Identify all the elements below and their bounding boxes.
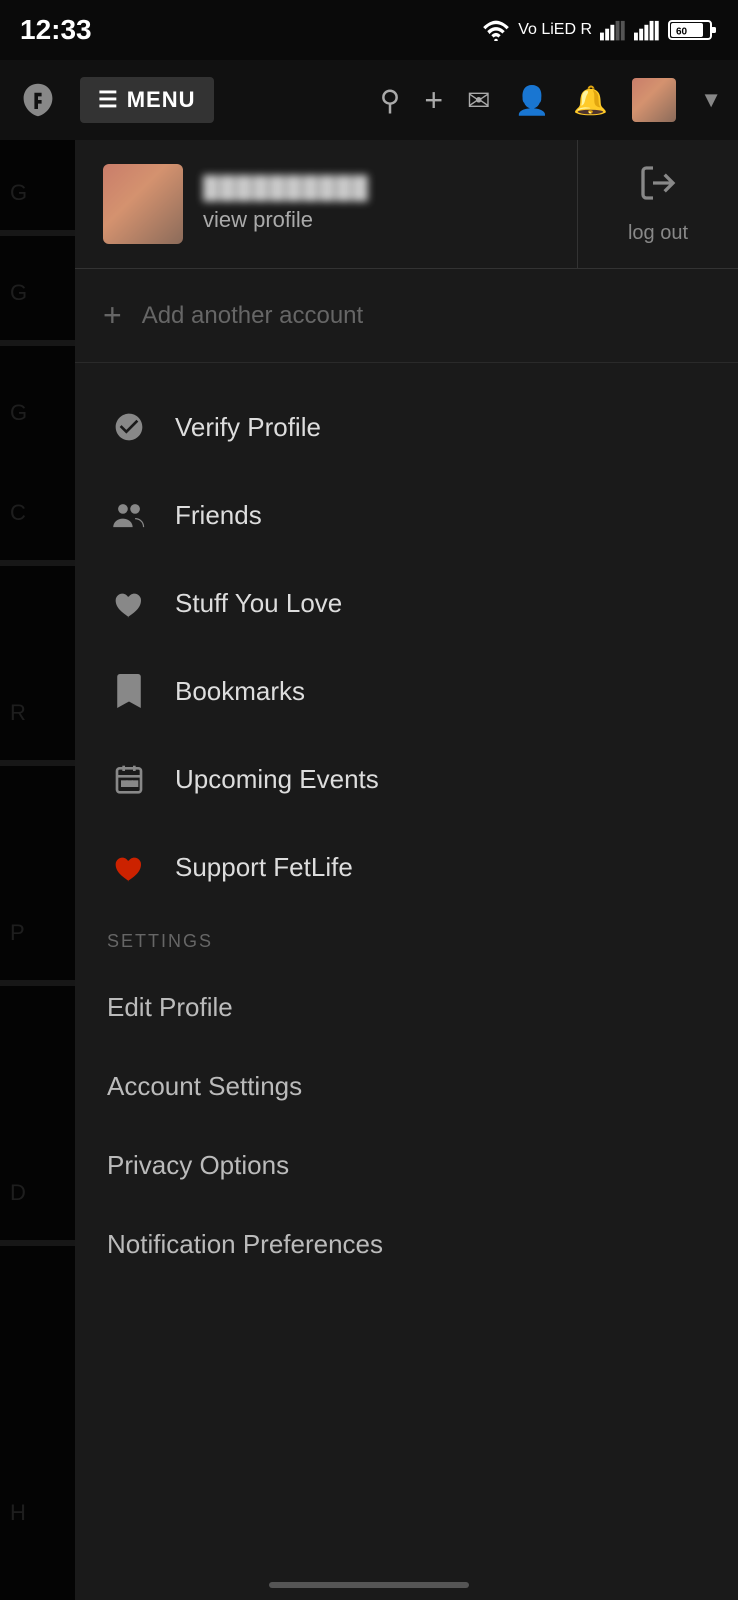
- settings-item-account-settings[interactable]: Account Settings: [75, 1047, 738, 1126]
- settings-item-notification-preferences[interactable]: Notification Preferences: [75, 1205, 738, 1284]
- friends-label: Friends: [175, 500, 262, 531]
- profile-info: ██████████ view profile: [203, 175, 369, 233]
- status-icons: Vo LiED R 60: [482, 18, 718, 42]
- add-account-label: Add another account: [142, 302, 364, 330]
- settings-item-privacy-options[interactable]: Privacy Options: [75, 1126, 738, 1205]
- stuff-you-love-icon: [107, 581, 151, 625]
- signal-bars-icon: [600, 19, 626, 41]
- profile-username: ██████████: [203, 175, 369, 201]
- fetlife-logo: [16, 78, 60, 122]
- bookmarks-label: Bookmarks: [175, 676, 305, 707]
- profile-left[interactable]: ██████████ view profile: [75, 140, 578, 268]
- avatar-dropdown-arrow: ▼: [700, 87, 722, 113]
- person-icon[interactable]: 👤: [514, 84, 549, 117]
- settings-heading: SETTINGS: [107, 931, 213, 951]
- add-account-icon: +: [103, 297, 122, 334]
- settings-items-list: Edit Profile Account Settings Privacy Op…: [75, 960, 738, 1292]
- signal-bars2-icon: [634, 19, 660, 41]
- mail-icon[interactable]: ✉: [467, 84, 490, 117]
- menu-item-stuff-you-love[interactable]: Stuff You Love: [75, 559, 738, 647]
- menu-button[interactable]: ☰ MENU: [80, 77, 214, 123]
- stuff-you-love-label: Stuff You Love: [175, 588, 342, 619]
- view-profile-link[interactable]: view profile: [203, 207, 369, 233]
- menu-item-verify-profile[interactable]: Verify Profile: [75, 383, 738, 471]
- support-fetlife-label: Support FetLife: [175, 852, 353, 883]
- status-bar: 12:33 Vo LiED R 60: [0, 0, 738, 60]
- verify-profile-label: Verify Profile: [175, 412, 321, 443]
- dropdown-menu: ██████████ view profile log out + Add an…: [75, 140, 738, 1600]
- menu-item-friends[interactable]: Friends: [75, 471, 738, 559]
- bell-icon[interactable]: 🔔: [573, 84, 608, 117]
- support-fetlife-icon: [107, 845, 151, 889]
- menu-items-list: Verify Profile Friends Stuff You Love: [75, 363, 738, 1600]
- bookmarks-icon: [107, 669, 151, 713]
- svg-text:60: 60: [676, 27, 688, 38]
- profile-section: ██████████ view profile log out: [75, 140, 738, 269]
- hamburger-icon: ☰: [98, 87, 119, 113]
- nav-bar: ☰ MENU ⚲ + ✉ 👤 🔔 ▼: [0, 60, 738, 140]
- friends-icon: [107, 493, 151, 537]
- logout-icon: [638, 163, 678, 212]
- signal-text: Vo LiED R: [518, 21, 592, 39]
- menu-item-support-fetlife[interactable]: Support FetLife: [75, 823, 738, 911]
- menu-item-upcoming-events[interactable]: Upcoming Events: [75, 735, 738, 823]
- add-account-button[interactable]: + Add another account: [75, 269, 738, 363]
- upcoming-events-icon: [107, 757, 151, 801]
- menu-item-bookmarks[interactable]: Bookmarks: [75, 647, 738, 735]
- settings-section: SETTINGS: [75, 911, 738, 960]
- nav-icons: ⚲ + ✉ 👤 🔔 ▼: [380, 78, 722, 122]
- search-icon[interactable]: ⚲: [380, 84, 401, 117]
- menu-label: MENU: [127, 87, 196, 113]
- wifi-icon: [482, 19, 510, 41]
- home-indicator: [269, 1582, 469, 1588]
- add-icon[interactable]: +: [424, 82, 443, 119]
- verify-profile-icon: [107, 405, 151, 449]
- settings-item-edit-profile[interactable]: Edit Profile: [75, 968, 738, 1047]
- user-avatar-nav[interactable]: [632, 78, 676, 122]
- status-time: 12:33: [20, 14, 92, 46]
- logout-label: log out: [628, 222, 688, 245]
- upcoming-events-label: Upcoming Events: [175, 764, 379, 795]
- logout-section[interactable]: log out: [578, 140, 738, 268]
- profile-avatar: [103, 164, 183, 244]
- battery-icon: 60: [668, 18, 718, 42]
